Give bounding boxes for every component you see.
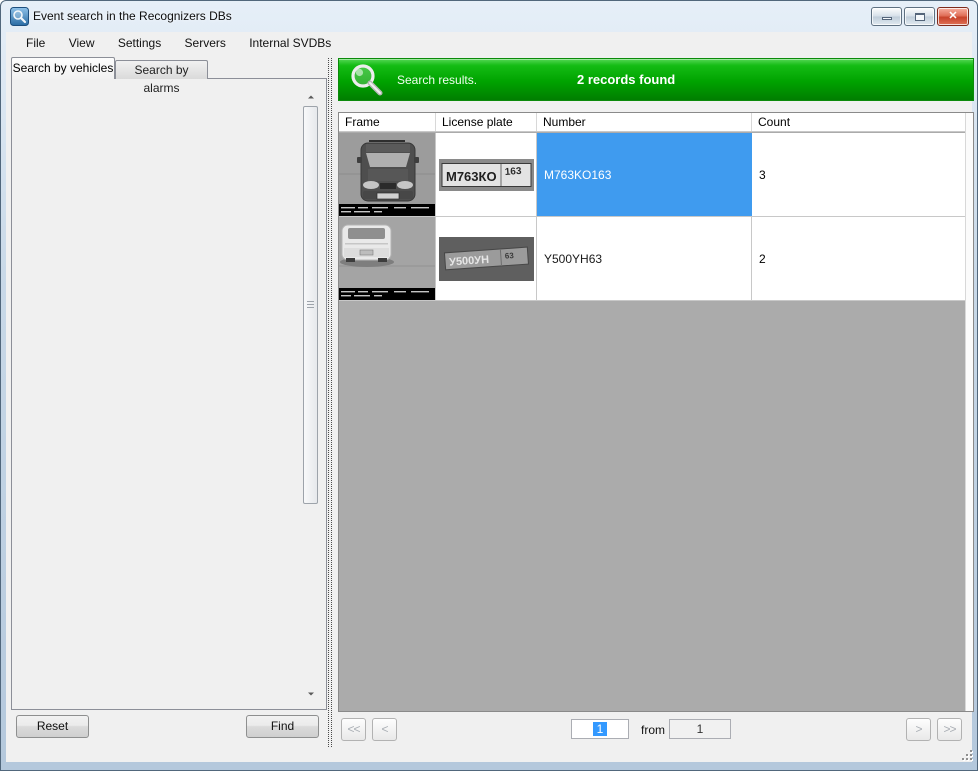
grid-scrollbar-track[interactable] [965, 113, 973, 711]
maximize-icon [915, 13, 925, 21]
reset-button[interactable]: Reset [16, 715, 89, 738]
titlebar[interactable]: Event search in the Recognizers DBs ✕ [1, 1, 977, 31]
menu-item-internal-svdbs[interactable]: Internal SVDBs [239, 32, 341, 54]
results-banner: Search results. 2 records found [338, 58, 974, 101]
pagination-prev-button[interactable]: < [372, 718, 397, 741]
table-header: Frame License plate Number Count [339, 113, 965, 132]
menubar: File View Settings Servers Internal SVDB… [6, 32, 972, 54]
table-row[interactable]: У500УН 63 Y500YH63 2 [339, 217, 965, 301]
plate-region-text: 63 [504, 251, 514, 261]
license-plate-cell[interactable]: М763КО 163 [436, 133, 537, 216]
tab-search-by-alarms[interactable]: Search by alarms [115, 60, 208, 79]
up-arrow-icon [308, 96, 314, 99]
plate-region-text: 163 [504, 165, 522, 177]
number-cell[interactable]: M763KO163 [537, 133, 752, 216]
thumb-gripper-icon [307, 301, 314, 309]
banner-record-count: 2 records found [577, 72, 675, 87]
close-button[interactable]: ✕ [937, 7, 969, 26]
plate-photo: У500УН 63 [439, 237, 534, 281]
app-magnifier-icon [10, 7, 29, 26]
page-input[interactable]: 1 [571, 719, 629, 739]
maximize-button[interactable] [904, 7, 935, 26]
page-value: 1 [593, 722, 608, 736]
window-controls: ✕ [871, 7, 969, 26]
plate-photo: М763КО 163 [439, 159, 534, 191]
count-cell[interactable]: 2 [752, 217, 965, 300]
tab-search-by-vehicles[interactable]: Search by vehicles [11, 57, 115, 79]
pagination-next-button[interactable]: > [906, 718, 931, 741]
minimize-icon [882, 17, 892, 20]
banner-title: Search results. [397, 73, 477, 87]
pagination-last-button[interactable]: >> [937, 718, 962, 741]
count-cell[interactable]: 3 [752, 133, 965, 216]
menu-item-servers[interactable]: Servers [175, 32, 236, 54]
column-header-number[interactable]: Number [537, 113, 752, 131]
frame-cell[interactable] [339, 217, 436, 300]
pagination-first-button[interactable]: << [341, 718, 366, 741]
total-pages-box: 1 [669, 719, 731, 739]
number-cell[interactable]: Y500YH63 [537, 217, 752, 300]
menu-item-view[interactable]: View [59, 32, 105, 54]
panel-scrollbar[interactable] [302, 89, 319, 702]
menu-item-file[interactable]: File [16, 32, 55, 54]
frame-photo [339, 217, 435, 300]
close-icon: ✕ [948, 10, 957, 22]
from-label: from [641, 723, 665, 737]
search-by-vehicles-page [11, 78, 327, 710]
frame-cell[interactable] [339, 133, 436, 216]
app-window: Event search in the Recognizers DBs ✕ Fi… [0, 0, 978, 771]
search-icon [347, 62, 387, 100]
column-header-count[interactable]: Count [752, 113, 965, 131]
scroll-thumb[interactable] [303, 106, 318, 504]
scroll-down-button[interactable] [302, 686, 319, 702]
find-button[interactable]: Find [246, 715, 319, 738]
license-plate-cell[interactable]: У500УН 63 [436, 217, 537, 300]
panel-splitter[interactable] [328, 58, 332, 747]
resize-grip[interactable] [959, 747, 972, 760]
frame-photo [339, 133, 435, 216]
column-header-license-plate[interactable]: License plate [436, 113, 537, 131]
menu-item-settings[interactable]: Settings [108, 32, 171, 54]
down-arrow-icon [308, 693, 314, 696]
plate-number-text: М763КО [446, 169, 497, 184]
column-header-frame[interactable]: Frame [339, 113, 436, 131]
table-row[interactable]: М763КО 163 M763KO163 3 [339, 133, 965, 217]
results-table: Frame License plate Number Count [338, 112, 974, 712]
scroll-up-button[interactable] [302, 89, 319, 105]
minimize-button[interactable] [871, 7, 902, 26]
window-title: Event search in the Recognizers DBs [33, 9, 232, 23]
